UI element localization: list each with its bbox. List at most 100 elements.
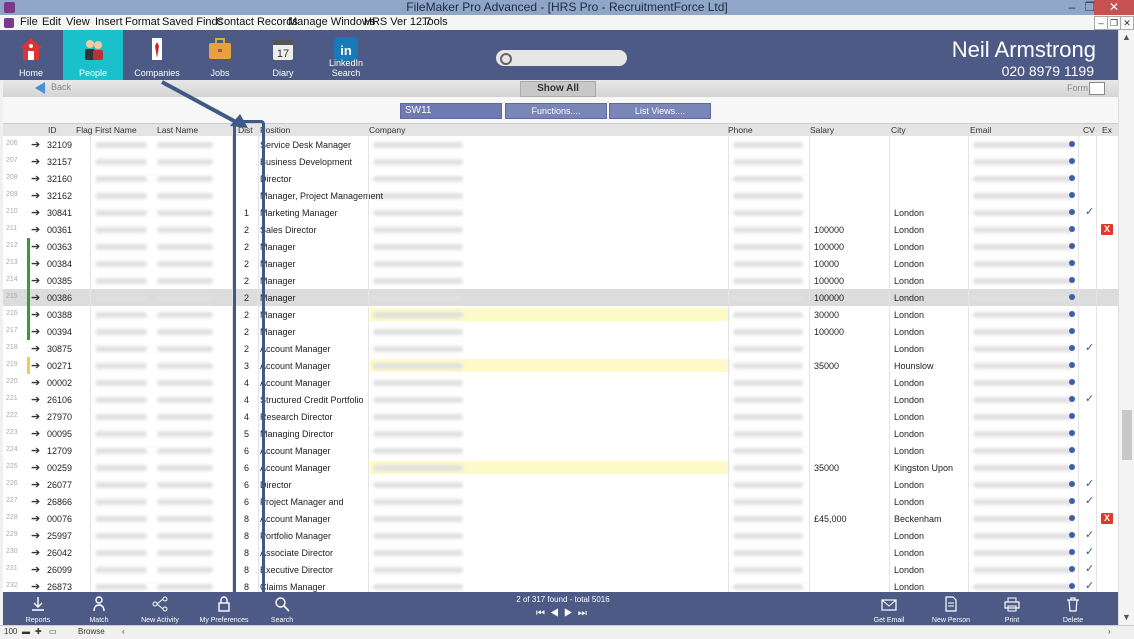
cv-attachment-icon[interactable]: [1069, 583, 1075, 589]
col-flag[interactable]: Flag: [76, 124, 93, 136]
get-email-button[interactable]: Get Email: [862, 592, 916, 625]
table-row[interactable]: 209 ➔ 32162 Manager, Project Management: [3, 187, 1118, 205]
zoom-out-icon[interactable]: ▬: [22, 627, 30, 636]
cv-attachment-icon[interactable]: [1069, 549, 1075, 555]
cv-attachment-icon[interactable]: [1069, 226, 1075, 232]
doc-minimize-button[interactable]: –: [1094, 16, 1108, 30]
go-to-record-icon[interactable]: ➔: [31, 189, 40, 202]
table-row[interactable]: 218 ➔ 30875 2 Account Manager London ✓: [3, 340, 1118, 358]
cv-attachment-icon[interactable]: [1069, 464, 1075, 470]
table-row[interactable]: 208 ➔ 32160 Director: [3, 170, 1118, 188]
cv-attachment-icon[interactable]: [1069, 532, 1075, 538]
scroll-down-icon[interactable]: ▼: [1122, 612, 1131, 622]
table-row[interactable]: 216 ➔ 00388 2 Manager 30000 London: [3, 306, 1118, 324]
nav-linkedin-search[interactable]: in LinkedIn Search: [315, 30, 377, 80]
table-row[interactable]: 221 ➔ 26106 4 Structured Credit Portfolio Lon…: [3, 391, 1118, 409]
scroll-up-icon[interactable]: ▲: [1122, 32, 1131, 42]
go-to-record-icon[interactable]: ➔: [31, 223, 40, 236]
cv-attachment-icon[interactable]: [1069, 158, 1075, 164]
cv-attachment-icon[interactable]: [1069, 481, 1075, 487]
go-to-record-icon[interactable]: ➔: [31, 291, 40, 304]
nav-people[interactable]: People: [63, 30, 123, 80]
nav-jobs[interactable]: Jobs: [189, 30, 251, 80]
cv-attachment-icon[interactable]: [1069, 515, 1075, 521]
go-to-record-icon[interactable]: ➔: [31, 155, 40, 168]
go-to-record-icon[interactable]: ➔: [31, 478, 40, 491]
cv-attachment-icon[interactable]: [1069, 175, 1075, 181]
list-views-button[interactable]: List Views....: [609, 103, 711, 119]
go-to-record-icon[interactable]: ➔: [31, 342, 40, 355]
cv-attachment-icon[interactable]: [1069, 141, 1075, 147]
col-company[interactable]: Company: [369, 124, 405, 136]
status-toolbar-icon[interactable]: ▭: [49, 627, 57, 636]
cv-attachment-icon[interactable]: [1069, 413, 1075, 419]
go-to-record-icon[interactable]: ➔: [31, 546, 40, 559]
cv-attachment-icon[interactable]: [1069, 345, 1075, 351]
print-button[interactable]: Print: [985, 592, 1039, 625]
go-to-record-icon[interactable]: ➔: [31, 138, 40, 151]
cv-attachment-icon[interactable]: [1069, 209, 1075, 215]
menu-file[interactable]: File: [20, 15, 38, 30]
exclude-icon[interactable]: X: [1101, 513, 1113, 524]
go-to-record-icon[interactable]: ➔: [31, 580, 40, 592]
go-to-record-icon[interactable]: ➔: [31, 393, 40, 406]
table-row[interactable]: 229 ➔ 25997 8 Portfolio Manager London ✓: [3, 527, 1118, 545]
table-row[interactable]: 226 ➔ 26077 6 Director London ✓: [3, 476, 1118, 494]
doc-restore-button[interactable]: ❐: [1107, 16, 1121, 30]
go-to-record-icon[interactable]: ➔: [31, 308, 40, 321]
table-row[interactable]: 212 ➔ 00363 2 Manager 100000 London: [3, 238, 1118, 256]
delete-button[interactable]: Delete: [1046, 592, 1100, 625]
new-activity-button[interactable]: New Activity: [133, 592, 187, 625]
cv-attachment-icon[interactable]: [1069, 430, 1075, 436]
go-to-record-icon[interactable]: ➔: [31, 529, 40, 542]
zoom-in-icon[interactable]: ✚: [35, 627, 42, 636]
table-row[interactable]: 225 ➔ 00259 6 Account Manager 35000 Kingston U…: [3, 459, 1118, 477]
table-row[interactable]: 213 ➔ 00384 2 Manager 10000 London: [3, 255, 1118, 273]
doc-icon[interactable]: [4, 18, 14, 28]
cv-attachment-icon[interactable]: [1069, 396, 1075, 402]
doc-close-button[interactable]: ✕: [1120, 16, 1134, 30]
col-first-name[interactable]: First Name: [95, 124, 137, 136]
cv-attachment-icon[interactable]: [1069, 566, 1075, 572]
go-to-record-icon[interactable]: ➔: [31, 563, 40, 576]
quick-search-input[interactable]: [496, 50, 627, 66]
go-to-record-icon[interactable]: ➔: [31, 461, 40, 474]
table-row[interactable]: 228 ➔ 00076 8 Account Manager £45,000 Beckenha…: [3, 510, 1118, 528]
table-row[interactable]: 224 ➔ 12709 6 Account Manager London: [3, 442, 1118, 460]
table-row[interactable]: 231 ➔ 26099 8 Executive Director London ✓: [3, 561, 1118, 579]
cv-attachment-icon[interactable]: [1069, 328, 1075, 334]
show-all-button[interactable]: Show All: [520, 81, 596, 97]
search-button[interactable]: Search: [255, 592, 309, 625]
go-to-record-icon[interactable]: ➔: [31, 495, 40, 508]
nav-diary[interactable]: 17 Diary: [252, 30, 314, 80]
col-cv[interactable]: CV: [1083, 124, 1095, 136]
menu-format[interactable]: Format: [125, 15, 160, 30]
menu-edit[interactable]: Edit: [42, 15, 61, 30]
table-row[interactable]: 217 ➔ 00394 2 Manager 100000 London: [3, 323, 1118, 341]
table-row[interactable]: 211 ➔ 00361 2 Sales Director 100000 London X: [3, 221, 1118, 239]
go-to-record-icon[interactable]: ➔: [31, 512, 40, 525]
go-to-record-icon[interactable]: ➔: [31, 376, 40, 389]
table-row[interactable]: 230 ➔ 26042 8 Associate Director London ✓: [3, 544, 1118, 562]
record-navigation[interactable]: ⏮◀▶⏭: [536, 608, 592, 619]
col-ex[interactable]: Ex: [1102, 124, 1112, 136]
scroll-left-icon[interactable]: ‹: [122, 627, 125, 636]
form-view-label[interactable]: Form: [1067, 83, 1088, 93]
scroll-right-icon[interactable]: ›: [1108, 627, 1111, 636]
cv-attachment-icon[interactable]: [1069, 294, 1075, 300]
col-id[interactable]: ID: [48, 124, 57, 136]
back-button[interactable]: Back: [51, 82, 71, 92]
scroll-thumb[interactable]: [1122, 410, 1132, 460]
table-row[interactable]: 206 ➔ 32109 Service Desk Manager: [3, 136, 1118, 154]
go-to-record-icon[interactable]: ➔: [31, 359, 40, 372]
cv-attachment-icon[interactable]: [1069, 243, 1075, 249]
go-to-record-icon[interactable]: ➔: [31, 240, 40, 253]
match-button[interactable]: Match: [72, 592, 126, 625]
menu-contact-records[interactable]: Contact Records: [216, 15, 298, 30]
menu-manage-windows[interactable]: Manage Windows: [288, 15, 375, 30]
reports-button[interactable]: Reports: [11, 592, 65, 625]
menu-insert[interactable]: Insert: [95, 15, 123, 30]
table-row[interactable]: 227 ➔ 26866 6 Project Manager and London ✓: [3, 493, 1118, 511]
postcode-filter-button[interactable]: SW11: [400, 103, 502, 119]
go-to-record-icon[interactable]: ➔: [31, 444, 40, 457]
